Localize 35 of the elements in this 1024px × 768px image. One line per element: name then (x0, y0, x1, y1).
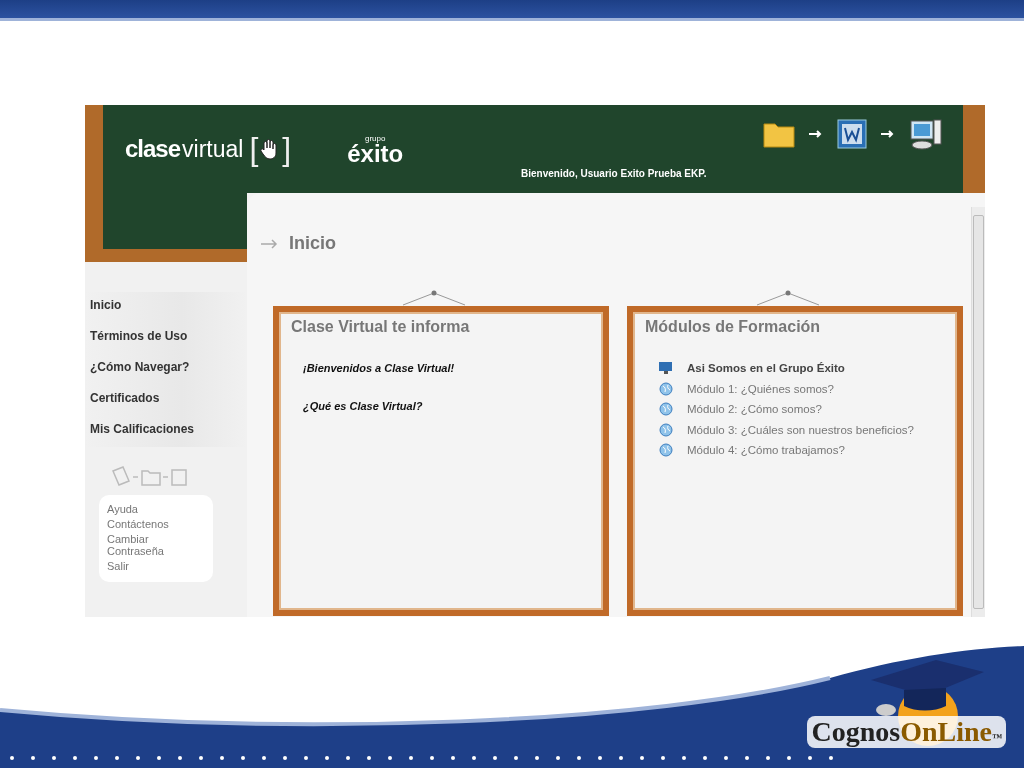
bracket-text: ] (282, 130, 292, 168)
arrow-icon (809, 129, 823, 139)
arrow-icon (261, 238, 279, 249)
partner-logo-text: éxito (347, 142, 404, 165)
help-link[interactable]: Cambiar Contraseña (107, 533, 205, 557)
module-link[interactable]: Módulo 1: ¿Quiénes somos? (659, 378, 945, 399)
bracket-text: [ (249, 130, 259, 168)
globe-icon (659, 381, 673, 396)
welcome-text: Bienvenido, Usuario Exito Prueba EKP. (521, 168, 707, 179)
brand-text: virtual (182, 135, 244, 163)
folder-icon (763, 120, 795, 148)
help-link[interactable]: Contáctenos (107, 518, 205, 530)
arrow-icon (881, 129, 895, 139)
page-title: Inicio (289, 233, 336, 254)
module-link[interactable]: Módulo 3: ¿Cuáles son nuestros beneficios? (659, 419, 945, 440)
hanging-wire-drawing (401, 290, 467, 306)
board-title: Módulos de Formación (645, 318, 822, 336)
module-link[interactable]: Módulo 4: ¿Cómo trabajamos? (659, 440, 945, 461)
board-heading: ¿Qué es Clase Virtual? (303, 400, 424, 412)
hanging-wire-drawing (755, 290, 821, 306)
brand-text: clase (125, 135, 181, 163)
board-title: Clase Virtual te informa (291, 318, 471, 336)
globe-icon (659, 443, 673, 458)
module-link[interactable]: Módulo 2: ¿Cómo somos? (659, 399, 945, 420)
document-icon (837, 119, 867, 149)
partner-logo-text: grupo (364, 133, 386, 143)
scrollbar[interactable] (971, 207, 985, 617)
globe-icon (659, 422, 673, 437)
course-link[interactable]: Asi Somos en el Grupo Éxito (659, 358, 945, 379)
help-link[interactable]: Salir (107, 560, 205, 572)
computer-icon (909, 117, 943, 151)
globe-icon (659, 402, 673, 417)
board-heading: ¡Bienvenidos a Clase Virtual! (303, 362, 456, 374)
monitor-icon (659, 362, 673, 375)
help-link[interactable]: Ayuda (107, 503, 205, 515)
